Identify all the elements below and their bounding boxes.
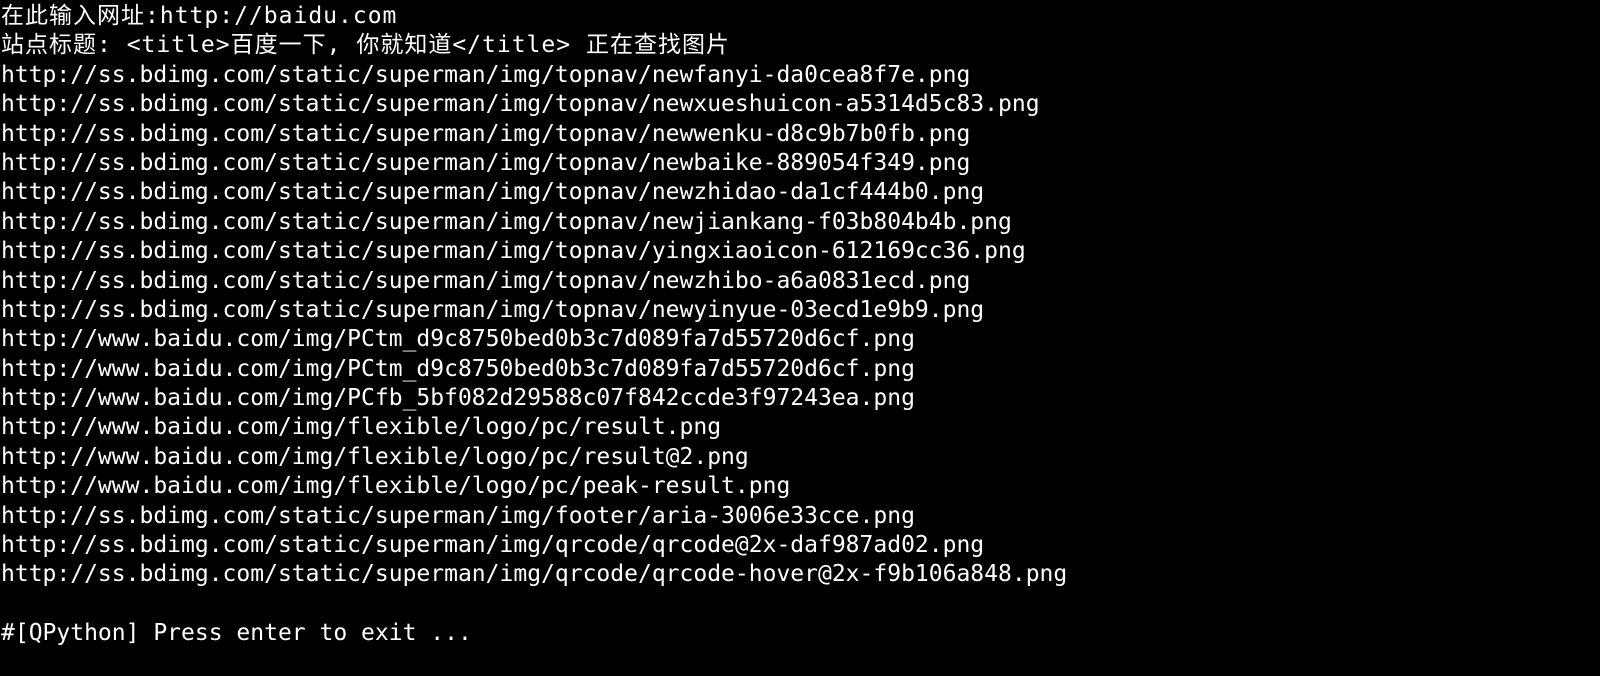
url-line-8: http://ss.bdimg.com/static/superman/img/…	[1, 267, 971, 294]
url-line-18: http://ss.bdimg.com/static/superman/img/…	[1, 561, 1068, 588]
url-prompt-line: 在此输入网址:http://baidu.com	[1, 3, 398, 29]
url-line-11: http://www.baidu.com/img/PCtm_d9c8750bed…	[1, 355, 915, 382]
url-line-12: http://www.baidu.com/img/PCfb_5bf082d295…	[1, 385, 915, 412]
url-line-3: http://ss.bdimg.com/static/superman/img/…	[1, 120, 971, 147]
exit-prompt-line: #[QPython] Press enter to exit ...	[1, 620, 472, 647]
terminal-output[interactable]: 在此输入网址:http://baidu.com 站点标题: <title>百度一…	[0, 0, 1600, 676]
url-line-10: http://www.baidu.com/img/PCtm_d9c8750bed…	[1, 326, 915, 353]
url-line-6: http://ss.bdimg.com/static/superman/img/…	[1, 208, 1012, 235]
url-line-2: http://ss.bdimg.com/static/superman/img/…	[1, 91, 1040, 118]
url-line-1: http://ss.bdimg.com/static/superman/img/…	[1, 61, 971, 88]
url-line-15: http://www.baidu.com/img/flexible/logo/p…	[1, 473, 791, 500]
url-line-17: http://ss.bdimg.com/static/superman/img/…	[1, 532, 985, 559]
url-line-9: http://ss.bdimg.com/static/superman/img/…	[1, 296, 985, 323]
url-line-7: http://ss.bdimg.com/static/superman/img/…	[1, 238, 1026, 265]
url-line-4: http://ss.bdimg.com/static/superman/img/…	[1, 149, 971, 176]
url-line-5: http://ss.bdimg.com/static/superman/img/…	[1, 179, 985, 206]
url-line-13: http://www.baidu.com/img/flexible/logo/p…	[1, 414, 722, 441]
url-line-16: http://ss.bdimg.com/static/superman/img/…	[1, 502, 915, 529]
site-title-line: 站点标题: <title>百度一下, 你就知道</title> 正在查找图片	[1, 32, 730, 59]
url-line-14: http://www.baidu.com/img/flexible/logo/p…	[1, 443, 749, 470]
